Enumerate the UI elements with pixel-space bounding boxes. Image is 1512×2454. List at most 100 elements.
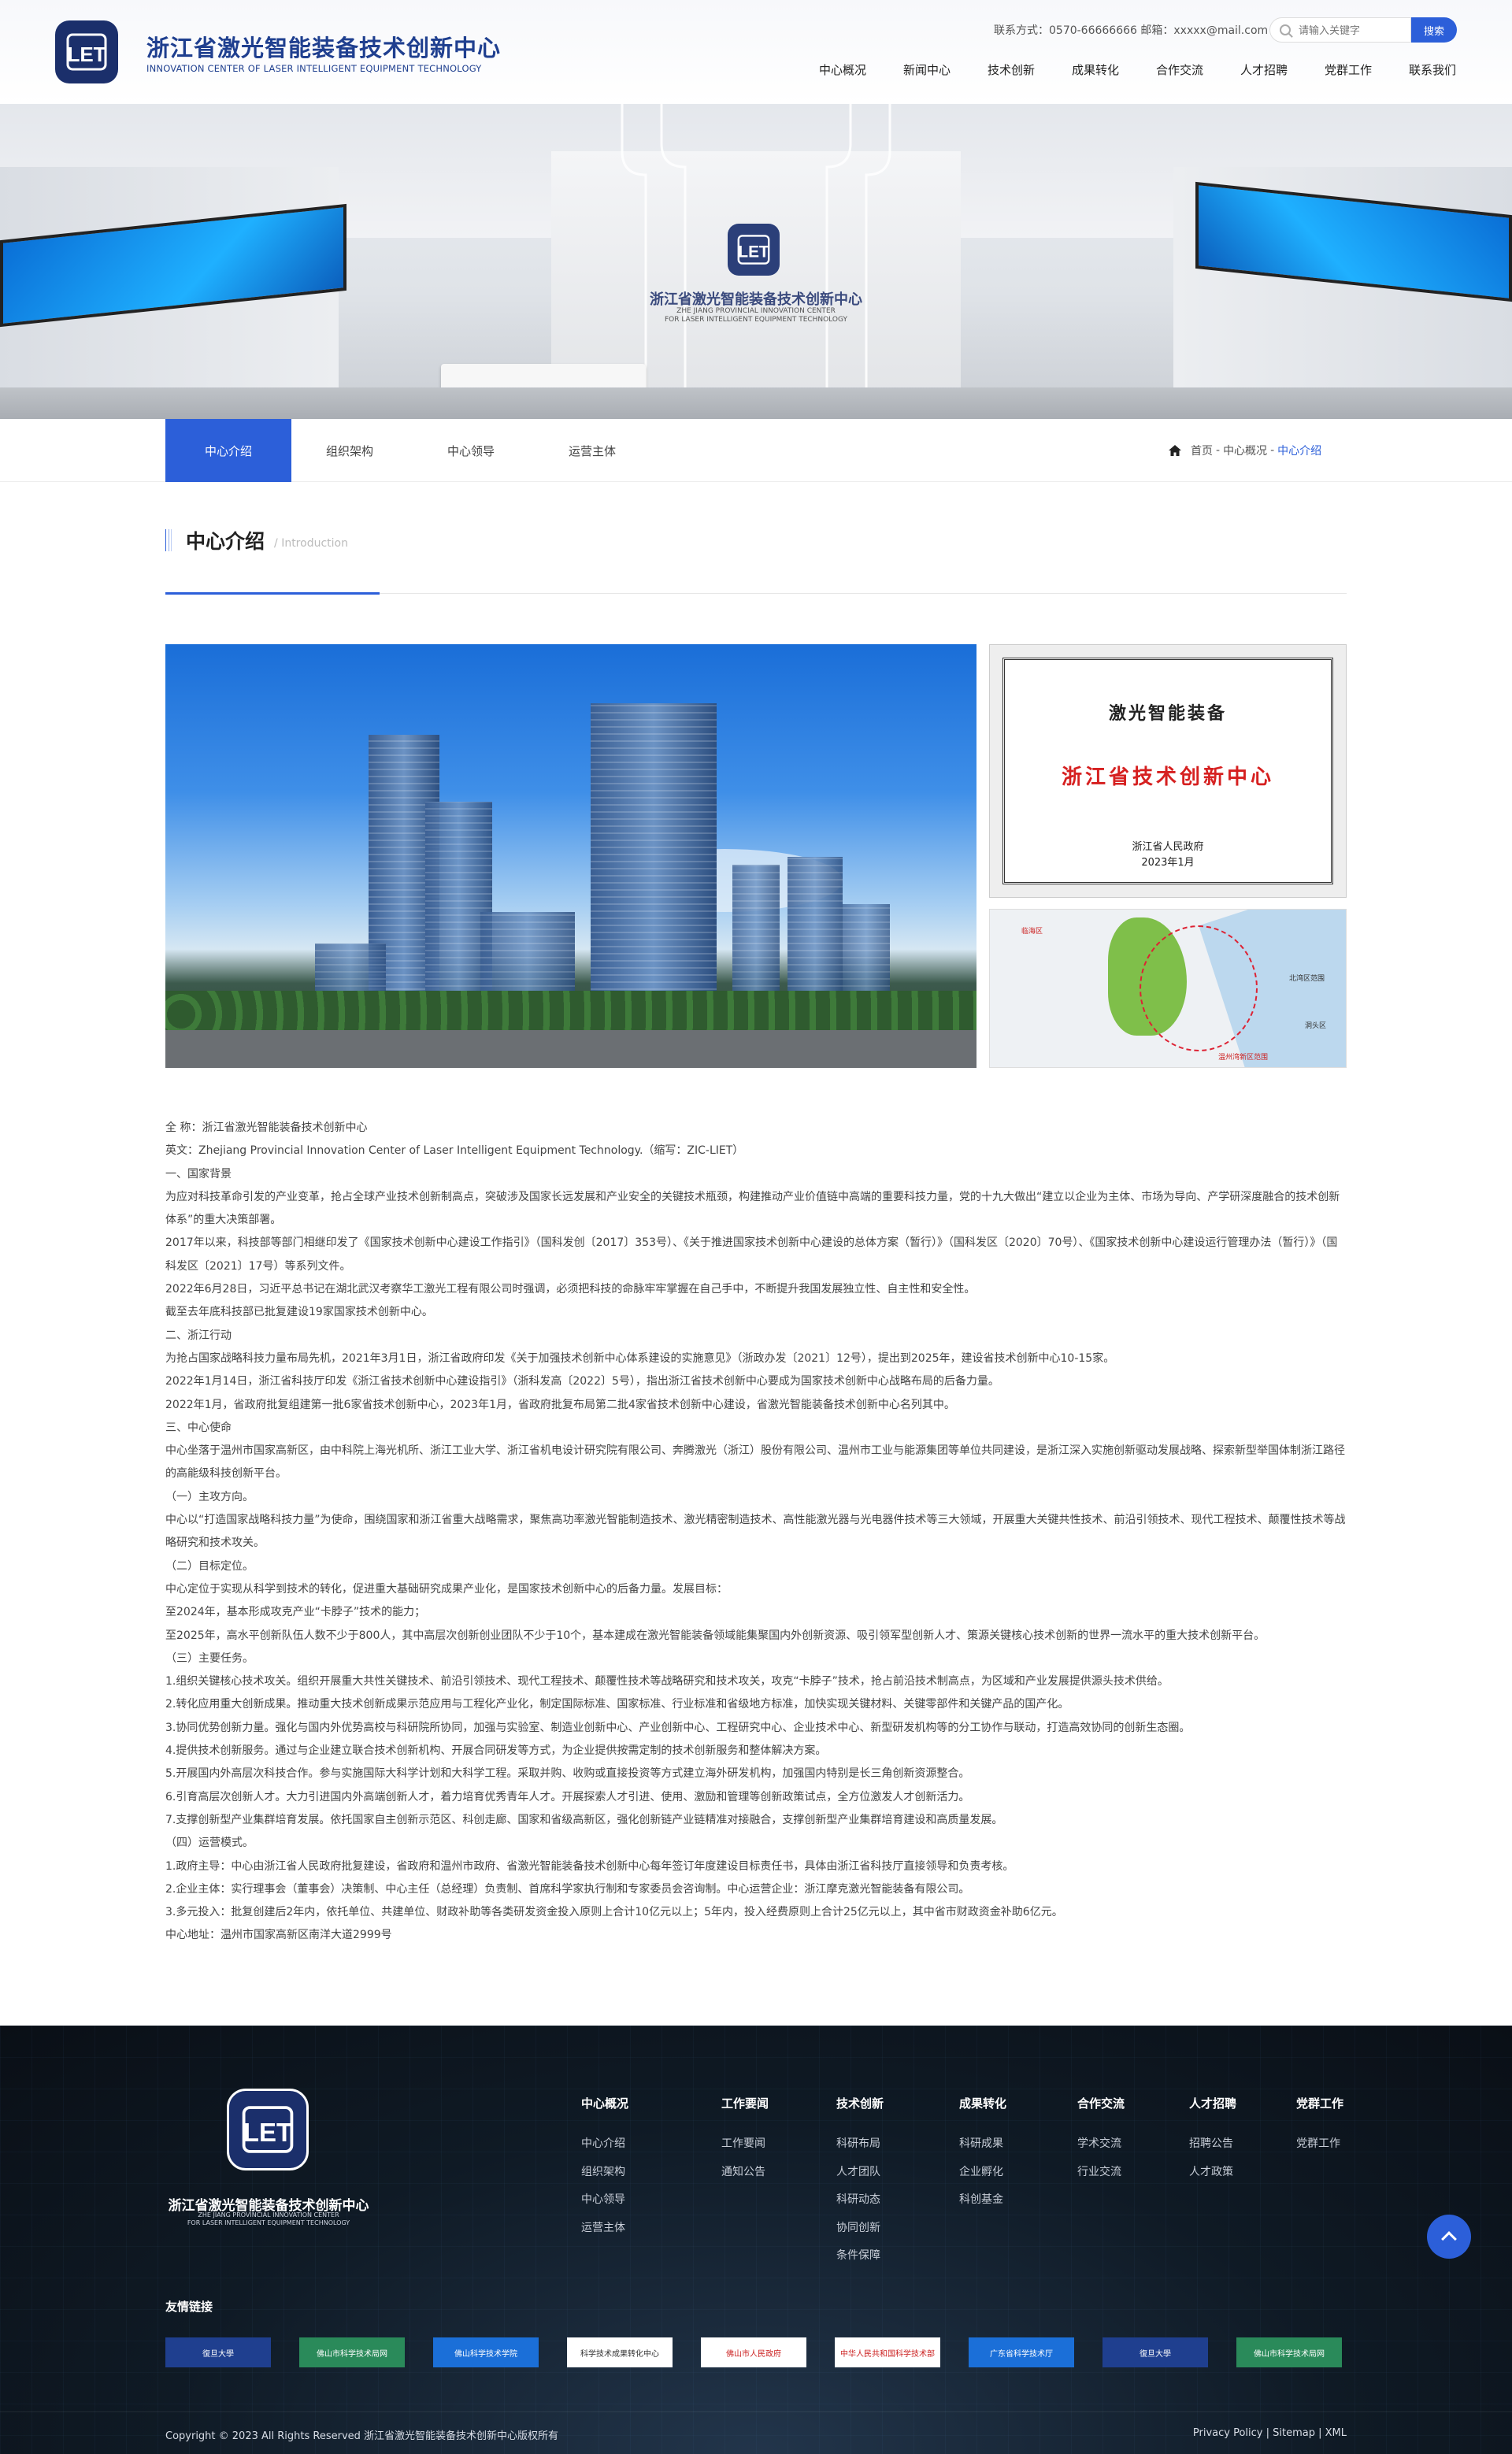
footer-link[interactable]: 运营主体 bbox=[581, 2215, 628, 2243]
back-to-top-button[interactable] bbox=[1427, 2215, 1471, 2259]
content-paragraph: 一、国家背景 bbox=[165, 1167, 232, 1181]
footer-column-title[interactable]: 成果转化 bbox=[959, 2095, 1006, 2111]
footer-link[interactable]: 中心介绍 bbox=[581, 2130, 628, 2159]
friend-link[interactable]: 復旦大學 bbox=[1102, 2337, 1208, 2367]
breadcrumb-home[interactable]: 首页 bbox=[1191, 443, 1213, 458]
breadcrumb-parent[interactable]: 中心概况 bbox=[1223, 443, 1267, 458]
arrow-up-icon bbox=[1441, 2231, 1457, 2247]
footer-column: 技术创新科研布局 人才团队 科研动态 协同创新 条件保障 bbox=[836, 2095, 884, 2271]
nav-item-overview[interactable]: 中心概况 bbox=[819, 61, 866, 78]
footer-subtitle: ZHE JIANG PROVINCIAL INNOVATION CENTER F… bbox=[165, 2211, 372, 2227]
hero-banner: LET 浙江省激光智能装备技术创新中心 ZHE JIANG PROVINCIAL… bbox=[0, 104, 1512, 419]
intro-text: 全 称：浙江省激光智能装备技术创新中心 英文：Zhejiang Provincia… bbox=[165, 1117, 1347, 1948]
hero-sign-en-1: ZHE JIANG PROVINCIAL INNOVATION CENTER bbox=[676, 307, 836, 315]
friend-link[interactable]: 佛山科学技术学院 bbox=[433, 2337, 539, 2367]
friend-link[interactable]: 广东省科学技术厅 bbox=[969, 2337, 1074, 2367]
search-input[interactable] bbox=[1299, 24, 1401, 36]
home-icon[interactable] bbox=[1169, 445, 1181, 456]
nav-item-cooperation[interactable]: 合作交流 bbox=[1156, 61, 1203, 78]
friend-link[interactable]: 佛山市科学技术局网 bbox=[1236, 2337, 1342, 2367]
footer-link[interactable]: 科研动态 bbox=[836, 2186, 884, 2215]
footer-column-title[interactable]: 人才招聘 bbox=[1189, 2095, 1236, 2111]
tab-organization[interactable]: 组织架构 bbox=[287, 419, 413, 482]
footer-link[interactable]: 人才政策 bbox=[1189, 2159, 1236, 2187]
footer-link[interactable]: 科创基金 bbox=[959, 2186, 1006, 2215]
tab-operator[interactable]: 运营主体 bbox=[529, 419, 655, 482]
nav-item-party[interactable]: 党群工作 bbox=[1325, 61, 1372, 78]
footer-link[interactable]: 通知公告 bbox=[721, 2159, 769, 2187]
footer-column-title[interactable]: 技术创新 bbox=[836, 2095, 884, 2111]
svg-text:LET: LET bbox=[243, 2118, 292, 2147]
footer-en-2: FOR LASER INTELLIGENT EQUIPMENT TECHNOLO… bbox=[187, 2219, 350, 2226]
certificate-date: 2023年1月 bbox=[1141, 857, 1195, 869]
content-paragraph: 为抢占国家战略科技力量布局先机，2021年3月1日，浙江省政府印发《关于加强技术… bbox=[165, 1351, 1115, 1365]
search-button[interactable]: 搜索 bbox=[1411, 17, 1457, 43]
footer-link[interactable]: 科研成果 bbox=[959, 2130, 1006, 2159]
legal-links[interactable]: Privacy Policy | Sitemap | XML bbox=[1193, 2427, 1347, 2439]
footer-column-title[interactable]: 党群工作 bbox=[1296, 2095, 1343, 2111]
site-subtitle: INNOVATION CENTER OF LASER INTELLIGENT E… bbox=[146, 63, 482, 74]
content-paragraph: （二）目标定位。 bbox=[165, 1559, 254, 1573]
tab-introduction[interactable]: 中心介绍 bbox=[165, 419, 291, 482]
nav-item-news[interactable]: 新闻中心 bbox=[903, 61, 951, 78]
site-title: 浙江省激光智能装备技术创新中心 bbox=[146, 35, 502, 61]
friend-link[interactable]: 科学技术成果转化中心 bbox=[567, 2337, 673, 2367]
friend-link[interactable]: 佛山市科学技术局网 bbox=[299, 2337, 405, 2367]
certificate-line2: 浙江省技术创新中心 bbox=[1061, 765, 1274, 789]
footer-column: 人才招聘招聘公告 人才政策 bbox=[1189, 2095, 1236, 2186]
site-footer: LET 浙江省激光智能装备技术创新中心 ZHE JIANG PROVINCIAL… bbox=[0, 2026, 1512, 2454]
certificate-plaque: 激光智能装备 浙江省技术创新中心 浙江省人民政府 2023年1月 bbox=[989, 644, 1347, 898]
footer-link[interactable]: 中心领导 bbox=[581, 2186, 628, 2215]
nav-item-contact[interactable]: 联系我们 bbox=[1409, 61, 1456, 78]
footer-column: 党群工作 党群工作 bbox=[1296, 2095, 1343, 2159]
tab-leaders[interactable]: 中心领导 bbox=[408, 419, 534, 482]
footer-link[interactable]: 企业孵化 bbox=[959, 2159, 1006, 2187]
nav-item-achievements[interactable]: 成果转化 bbox=[1072, 61, 1119, 78]
content-paragraph: 2.转化应用重大创新成果。推动重大技术创新成果示范应用与工程化产业化，制定国际标… bbox=[165, 1698, 1069, 1711]
friend-link[interactable]: 復旦大學 bbox=[165, 2337, 271, 2367]
content-paragraph: 3.协同优势创新力量。强化与国内外优势高校与科研院所协同，加强与实验室、制造业创… bbox=[165, 1721, 1191, 1734]
search-icon bbox=[1280, 24, 1291, 35]
footer-link[interactable]: 招聘公告 bbox=[1189, 2130, 1236, 2159]
let-logo-icon: LET bbox=[242, 2106, 294, 2153]
footer-link[interactable]: 人才团队 bbox=[836, 2159, 884, 2187]
content-paragraph: 4.提供技术创新服务。通过与企业建立联合技术创新机构、开展合同研发等方式，为企业… bbox=[165, 1744, 827, 1758]
map-label: 临海区 bbox=[1021, 928, 1043, 936]
content-paragraph: （三）主要任务。 bbox=[165, 1651, 254, 1665]
contact-info: 联系方式：0570-66666666 邮箱：xxxxx@mail.com bbox=[994, 24, 1269, 37]
content-paragraph: （四）运营模式。 bbox=[165, 1837, 254, 1850]
footer-link[interactable]: 科研布局 bbox=[836, 2130, 884, 2159]
nav-item-recruit[interactable]: 人才招聘 bbox=[1240, 61, 1288, 78]
footer-link[interactable]: 协同创新 bbox=[836, 2215, 884, 2243]
site-header: LET 浙江省激光智能装备技术创新中心 INNOVATION CENTER OF… bbox=[0, 0, 1512, 104]
footer-link[interactable]: 条件保障 bbox=[836, 2242, 884, 2271]
hero-sign-title: 浙江省激光智能装备技术创新中心 bbox=[650, 291, 862, 308]
footer-column: 成果转化科研成果 企业孵化 科创基金 bbox=[959, 2095, 1006, 2215]
footer-link[interactable]: 行业交流 bbox=[1077, 2159, 1125, 2187]
copyright: Copyright © 2023 All Rights Reserved 浙江省… bbox=[165, 2430, 559, 2442]
content-paragraph: 2022年1月14日，浙江省科技厅印发《浙江省技术创新中心建设指引》（浙科发高〔… bbox=[165, 1375, 999, 1388]
footer-link[interactable]: 组织架构 bbox=[581, 2159, 628, 2187]
footer-column-title[interactable]: 工作要闻 bbox=[721, 2095, 769, 2111]
footer-link[interactable]: 学术交流 bbox=[1077, 2130, 1125, 2159]
nav-item-tech[interactable]: 技术创新 bbox=[988, 61, 1035, 78]
friend-link[interactable]: 佛山市人民政府 bbox=[701, 2337, 806, 2367]
title-separator: / bbox=[274, 537, 278, 550]
content-paragraph: 二、浙江行动 bbox=[165, 1329, 232, 1342]
hero-sign-subtitle: ZHE JIANG PROVINCIAL INNOVATION CENTER F… bbox=[622, 307, 890, 324]
search-box[interactable] bbox=[1269, 17, 1411, 43]
content-paragraph: 中心坐落于温州市国家高新区，由中科院上海光机所、浙江工业大学、浙江省机电设计研究… bbox=[165, 1444, 1345, 1481]
friend-link[interactable]: 中华人民共和国科学技术部 bbox=[835, 2337, 940, 2367]
site-logo[interactable]: LET bbox=[55, 20, 118, 83]
footer-column-title[interactable]: 合作交流 bbox=[1077, 2095, 1125, 2111]
footer-logo[interactable]: LET bbox=[227, 2089, 309, 2170]
page-title: 中心介绍 bbox=[186, 530, 265, 553]
content-paragraph: 全 称：浙江省激光智能装备技术创新中心 bbox=[165, 1121, 368, 1134]
footer-link[interactable]: 工作要闻 bbox=[721, 2130, 769, 2159]
title-accent bbox=[165, 592, 380, 595]
certificate-line1: 激光智能装备 bbox=[1108, 704, 1227, 724]
friend-links: 復旦大學 佛山市科学技术局网 佛山科学技术学院 科学技术成果转化中心 佛山市人民政府 中华… bbox=[165, 2337, 1347, 2369]
map-label: 温州湾新区范围 bbox=[1218, 1054, 1269, 1062]
footer-link[interactable]: 党群工作 bbox=[1296, 2130, 1343, 2159]
footer-column-title[interactable]: 中心概况 bbox=[581, 2095, 628, 2111]
